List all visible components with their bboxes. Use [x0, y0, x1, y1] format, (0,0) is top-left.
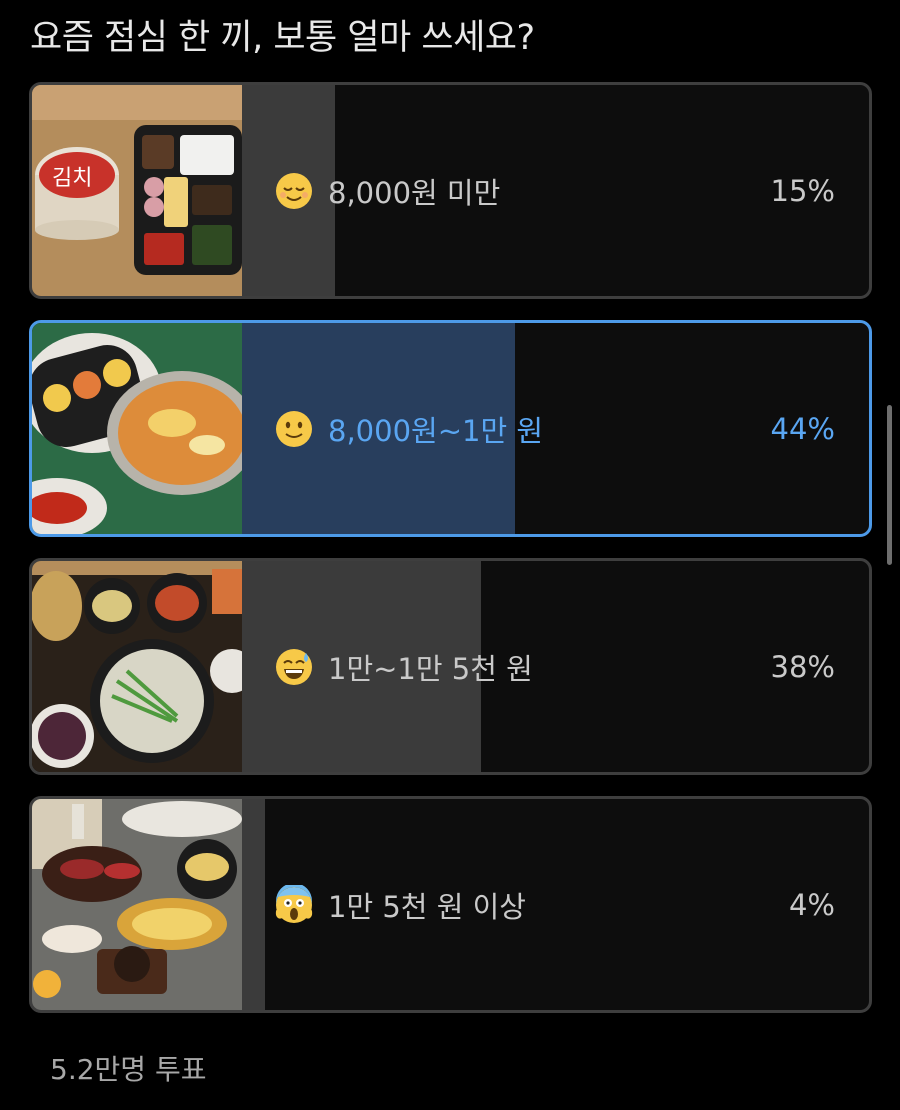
option-percent: 15% — [770, 173, 835, 208]
relieved-face-icon — [274, 171, 314, 211]
vote-bar-fill — [242, 799, 265, 1010]
option-text: 8,000원 미만 — [328, 175, 501, 210]
screaming-face-icon — [274, 884, 314, 925]
grinning-sweat-face-icon — [274, 647, 314, 687]
vote-bar: 1만~1만 5천 원 38% — [242, 561, 869, 772]
option-label: 1만 5천 원 이상 — [274, 799, 526, 1010]
option-text: 8,000원~1만 원 — [328, 413, 544, 448]
poll-option-over-15000[interactable]: 1만 5천 원 이상 4% — [29, 796, 872, 1013]
option-text: 1만 5천 원 이상 — [328, 889, 526, 924]
svg-text:김치: 김치 — [52, 166, 92, 191]
poll-option-10000-to-15000[interactable]: 1만~1만 5천 원 38% — [29, 558, 872, 775]
option-percent: 44% — [770, 411, 835, 446]
poll-option-under-8000[interactable]: 김치 8,000원 미만 15% — [29, 82, 872, 299]
kimbap-and-ramen-photo — [32, 323, 242, 534]
restaurant-feast-photo — [32, 799, 242, 1010]
option-label: 8,000원 미만 — [274, 85, 500, 296]
option-label: 1만~1만 5천 원 — [274, 561, 533, 772]
cup-noodle-and-lunchbox-photo: 김치 — [32, 85, 242, 296]
option-percent: 38% — [770, 649, 835, 684]
option-label: 8,000원~1만 원 — [274, 323, 543, 534]
korean-set-meal-photo — [32, 561, 242, 772]
vote-bar: 8,000원 미만 15% — [242, 85, 869, 296]
poll-question: 요즘 점심 한 끼, 보통 얼마 쓰세요? — [30, 18, 535, 58]
slightly-smiling-face-icon — [274, 409, 314, 449]
option-text: 1만~1만 5천 원 — [328, 651, 533, 686]
scrollbar[interactable] — [887, 405, 892, 565]
option-percent: 4% — [788, 887, 835, 922]
total-votes: 5.2만명 투표 — [50, 1053, 207, 1086]
poll-options: 김치 8,000원 미만 15% 8,000원~1만 원 44% 1만~1만 5… — [29, 82, 872, 1034]
poll-option-8000-to-10000[interactable]: 8,000원~1만 원 44% — [29, 320, 872, 537]
vote-bar: 8,000원~1만 원 44% — [242, 323, 869, 534]
vote-bar: 1만 5천 원 이상 4% — [242, 799, 869, 1010]
